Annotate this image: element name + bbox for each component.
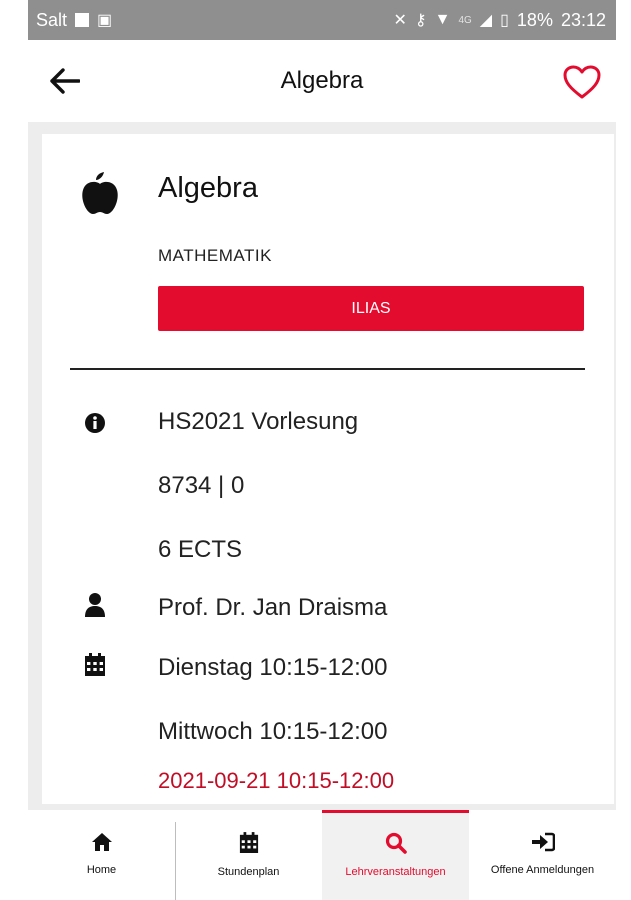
lecturer-name: Prof. Dr. Jan Draisma bbox=[158, 594, 388, 621]
bottom-navigation: Home Stundenplan Lehrveranstaltungen Off… bbox=[28, 810, 616, 900]
screenshot-notification-icon: ▣ bbox=[97, 12, 113, 29]
key-icon: ⚷ bbox=[414, 12, 427, 29]
next-date: 2021-09-21 10:15-12:00 bbox=[158, 768, 395, 793]
course-name: Algebra bbox=[158, 172, 258, 204]
home-icon bbox=[91, 833, 112, 851]
calendar-icon bbox=[239, 832, 258, 853]
status-bar: Salt ▣ ✕ ⚷ ▼ 4G ◢ ▯ 18% 23:12 bbox=[28, 0, 616, 40]
nav-label: Offene Anmeldungen bbox=[490, 864, 595, 876]
nav-separator bbox=[175, 822, 176, 900]
nav-label: Home bbox=[86, 864, 117, 876]
apple-icon bbox=[82, 172, 118, 214]
image-notification-icon bbox=[75, 13, 90, 27]
signal-icon: ◢ bbox=[479, 12, 493, 29]
status-bar-left: Salt ▣ bbox=[36, 10, 112, 31]
department-label: MATHEMATIK bbox=[158, 246, 272, 265]
ects-credits: 6 ECTS bbox=[158, 536, 243, 563]
person-icon bbox=[85, 593, 105, 617]
battery-icon: ▯ bbox=[500, 12, 509, 29]
nav-home[interactable]: Home bbox=[28, 810, 175, 900]
semester-type: HS2021 Vorlesung bbox=[158, 408, 359, 435]
nav-stundenplan[interactable]: Stundenplan bbox=[175, 810, 322, 900]
nav-label: Stundenplan bbox=[217, 866, 280, 878]
page-title: Algebra bbox=[280, 67, 364, 94]
status-bar-right: ✕ ⚷ ▼ 4G ◢ ▯ 18% 23:12 bbox=[393, 10, 606, 31]
app-header: Algebra bbox=[28, 40, 616, 122]
carrier-label: Salt bbox=[36, 9, 68, 30]
search-icon bbox=[385, 832, 407, 854]
wifi-icon: ▼ bbox=[434, 11, 451, 28]
heart-outline-icon[interactable] bbox=[562, 64, 602, 100]
course-number: 8734 | 0 bbox=[158, 472, 245, 499]
nav-lehrveranstaltungen[interactable]: Lehrveranstaltungen bbox=[322, 810, 469, 900]
battery-percentage: 18% bbox=[516, 9, 553, 30]
calendar-icon bbox=[85, 653, 105, 676]
nav-label: Lehrveranstaltungen bbox=[345, 866, 446, 878]
mute-icon: ✕ bbox=[393, 12, 407, 29]
sign-in-icon bbox=[531, 832, 555, 852]
info-icon bbox=[85, 413, 105, 433]
divider bbox=[70, 368, 585, 370]
schedule-entry: Mittwoch 10:15-12:00 bbox=[158, 718, 388, 745]
clock: 23:12 bbox=[560, 9, 606, 30]
nav-offene-anmeldungen[interactable]: Offene Anmeldungen bbox=[469, 810, 616, 900]
arrow-left-icon[interactable] bbox=[50, 68, 80, 94]
ilias-button[interactable]: ILIAS bbox=[158, 286, 584, 331]
network-type-label: 4G bbox=[458, 14, 472, 26]
schedule-entry: Dienstag 10:15-12:00 bbox=[158, 654, 388, 681]
course-card bbox=[42, 134, 614, 804]
